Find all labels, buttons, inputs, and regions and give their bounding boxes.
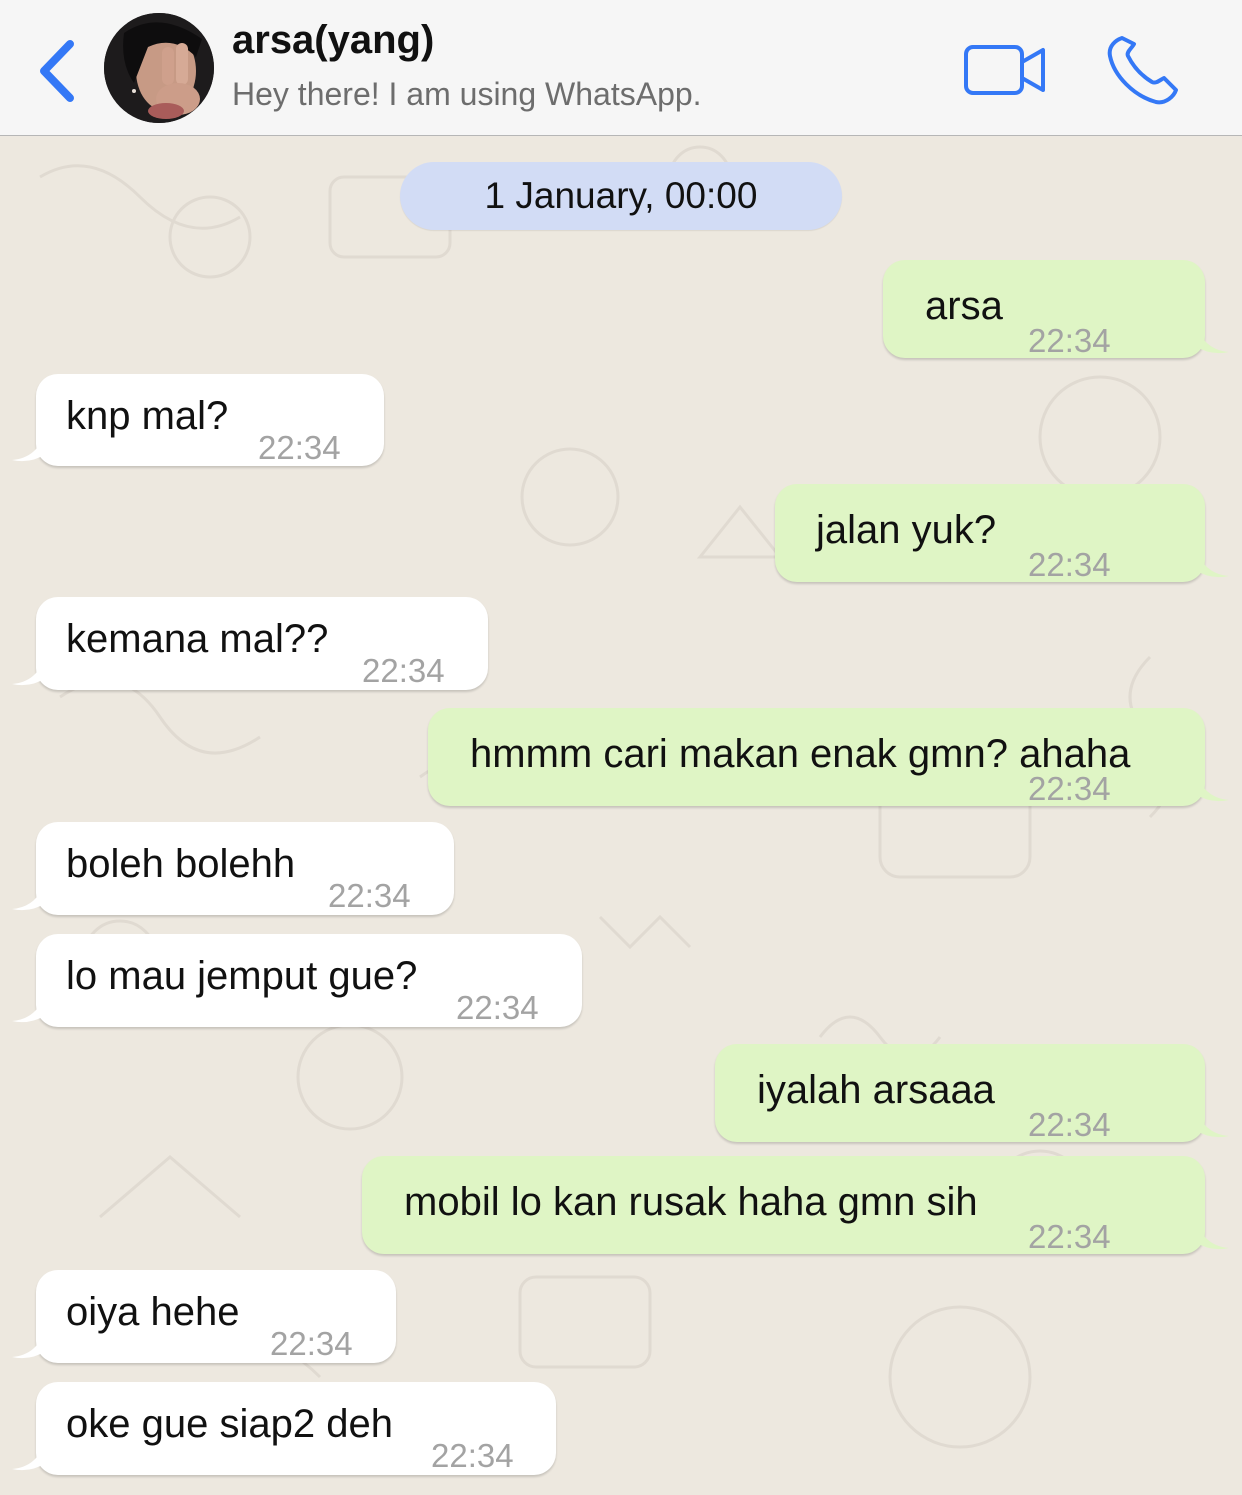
bubble-tail (1195, 322, 1229, 354)
bubble-tail (1195, 1218, 1229, 1250)
message-text: lo mau jemput gue? (66, 954, 418, 998)
message-text: iyalah arsaaa (757, 1068, 995, 1112)
bubble-tail (12, 1439, 46, 1471)
message-text: oke gue siap2 deh (66, 1402, 393, 1446)
avatar[interactable] (104, 13, 214, 123)
message-bubble-outgoing[interactable]: mobil lo kan rusak haha gmn sih 22:34 (362, 1156, 1229, 1255)
bubble-tail (12, 1327, 46, 1359)
bubble-tail (12, 654, 46, 686)
message-text: arsa (925, 284, 1003, 328)
date-separator: 1 January, 00:00 (400, 162, 842, 230)
contact-name[interactable]: arsa(yang) (232, 18, 434, 63)
message-text: knp mal? (66, 394, 229, 438)
message-bubble-incoming[interactable]: knp mal? 22:34 (12, 374, 384, 466)
message-time: 22:34 (362, 652, 445, 689)
bubble-tail (1195, 770, 1229, 802)
chat-header: arsa(yang) Hey there! I am using WhatsAp… (0, 0, 1242, 136)
message-bubble-outgoing[interactable]: iyalah arsaaa 22:34 (715, 1044, 1229, 1143)
message-time: 22:34 (328, 877, 411, 914)
message-text: boleh bolehh (66, 842, 296, 886)
message-text: oiya hehe (66, 1290, 240, 1334)
bubble-tail (12, 879, 46, 911)
message-time: 22:34 (456, 989, 539, 1026)
message-bubble-incoming[interactable]: oke gue siap2 deh 22:34 (12, 1382, 556, 1475)
message-time: 22:34 (1028, 1218, 1111, 1255)
message-time: 22:34 (1028, 322, 1111, 359)
message-bubble-incoming[interactable]: boleh bolehh 22:34 (12, 822, 454, 915)
message-text: kemana mal?? (66, 617, 329, 661)
video-camera-icon[interactable] (962, 42, 1048, 98)
bubble-tail (12, 430, 46, 462)
message-time: 22:34 (1028, 770, 1111, 807)
message-bubble-outgoing[interactable]: jalan yuk? 22:34 (775, 484, 1229, 583)
message-text: jalan yuk? (816, 508, 997, 552)
message-bubble-incoming[interactable]: oiya hehe 22:34 (12, 1270, 396, 1363)
message-time: 22:34 (1028, 1106, 1111, 1143)
bubble-tail (12, 991, 46, 1023)
contact-status: Hey there! I am using WhatsApp. (232, 76, 702, 112)
message-bubble-incoming[interactable]: kemana mal?? 22:34 (12, 597, 488, 690)
message-time: 22:34 (1028, 546, 1111, 583)
message-bubble-outgoing[interactable]: hmmm cari makan enak gmn? ahaha 22:34 (428, 708, 1229, 807)
chevron-left-icon[interactable] (34, 38, 78, 104)
bubble-tail (1195, 1106, 1229, 1138)
message-time: 22:34 (270, 1325, 353, 1362)
message-time: 22:34 (258, 429, 341, 466)
message-text: mobil lo kan rusak haha gmn sih (404, 1180, 978, 1224)
phone-icon[interactable] (1104, 32, 1184, 108)
message-bubble-outgoing[interactable]: arsa 22:34 (883, 260, 1229, 359)
message-time: 22:34 (431, 1437, 514, 1474)
message-bubble-incoming[interactable]: lo mau jemput gue? 22:34 (12, 934, 582, 1027)
bubble-tail (1195, 546, 1229, 578)
